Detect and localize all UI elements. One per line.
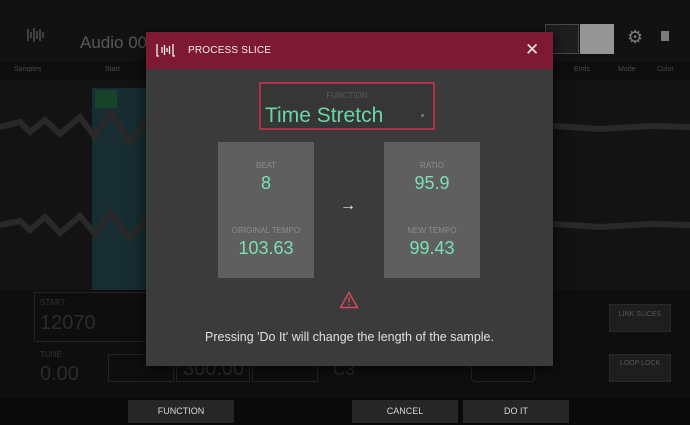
dialog-header: PROCESS SLICE ✕ — [146, 32, 553, 69]
softkey-bar: FUNCTION CANCEL DO IT — [0, 398, 690, 425]
function-value: Time Stretch — [265, 104, 384, 127]
original-tempo-label: ORIGINAL TEMPO — [231, 226, 301, 235]
ratio-value[interactable]: 95.9 — [384, 173, 480, 194]
do-it-button[interactable]: DO IT — [463, 400, 569, 423]
process-slice-dialog: PROCESS SLICE ✕ FUNCTION Time Stretch BE… — [146, 32, 553, 366]
beat-label: BEAT — [255, 161, 277, 170]
new-tempo-label: NEW TEMPO — [407, 226, 457, 235]
dialog-title: PROCESS SLICE — [188, 45, 272, 56]
warning-message: Pressing 'Do It' will change the length … — [205, 330, 494, 344]
original-tempo-value[interactable]: 103.63 — [218, 238, 314, 259]
arrow-right-icon: → — [340, 197, 356, 214]
function-softkey[interactable]: FUNCTION — [128, 400, 234, 423]
new-tempo-value[interactable]: 99.43 — [384, 238, 480, 259]
beat-value[interactable]: 8 — [218, 173, 314, 194]
close-icon[interactable]: ✕ — [525, 40, 539, 60]
warning-icon — [339, 291, 359, 309]
original-params-card: BEAT 8 ORIGINAL TEMPO 103.63 — [218, 142, 314, 278]
function-selector[interactable]: FUNCTION Time Stretch — [259, 82, 435, 130]
function-label: FUNCTION — [326, 91, 368, 100]
dropdown-indicator-icon — [421, 114, 424, 117]
cancel-button[interactable]: CANCEL — [352, 400, 458, 423]
ratio-label: RATIO — [420, 161, 444, 170]
app-logo-icon — [156, 42, 176, 58]
new-params-card: RATIO 95.9 NEW TEMPO 99.43 — [384, 142, 480, 278]
